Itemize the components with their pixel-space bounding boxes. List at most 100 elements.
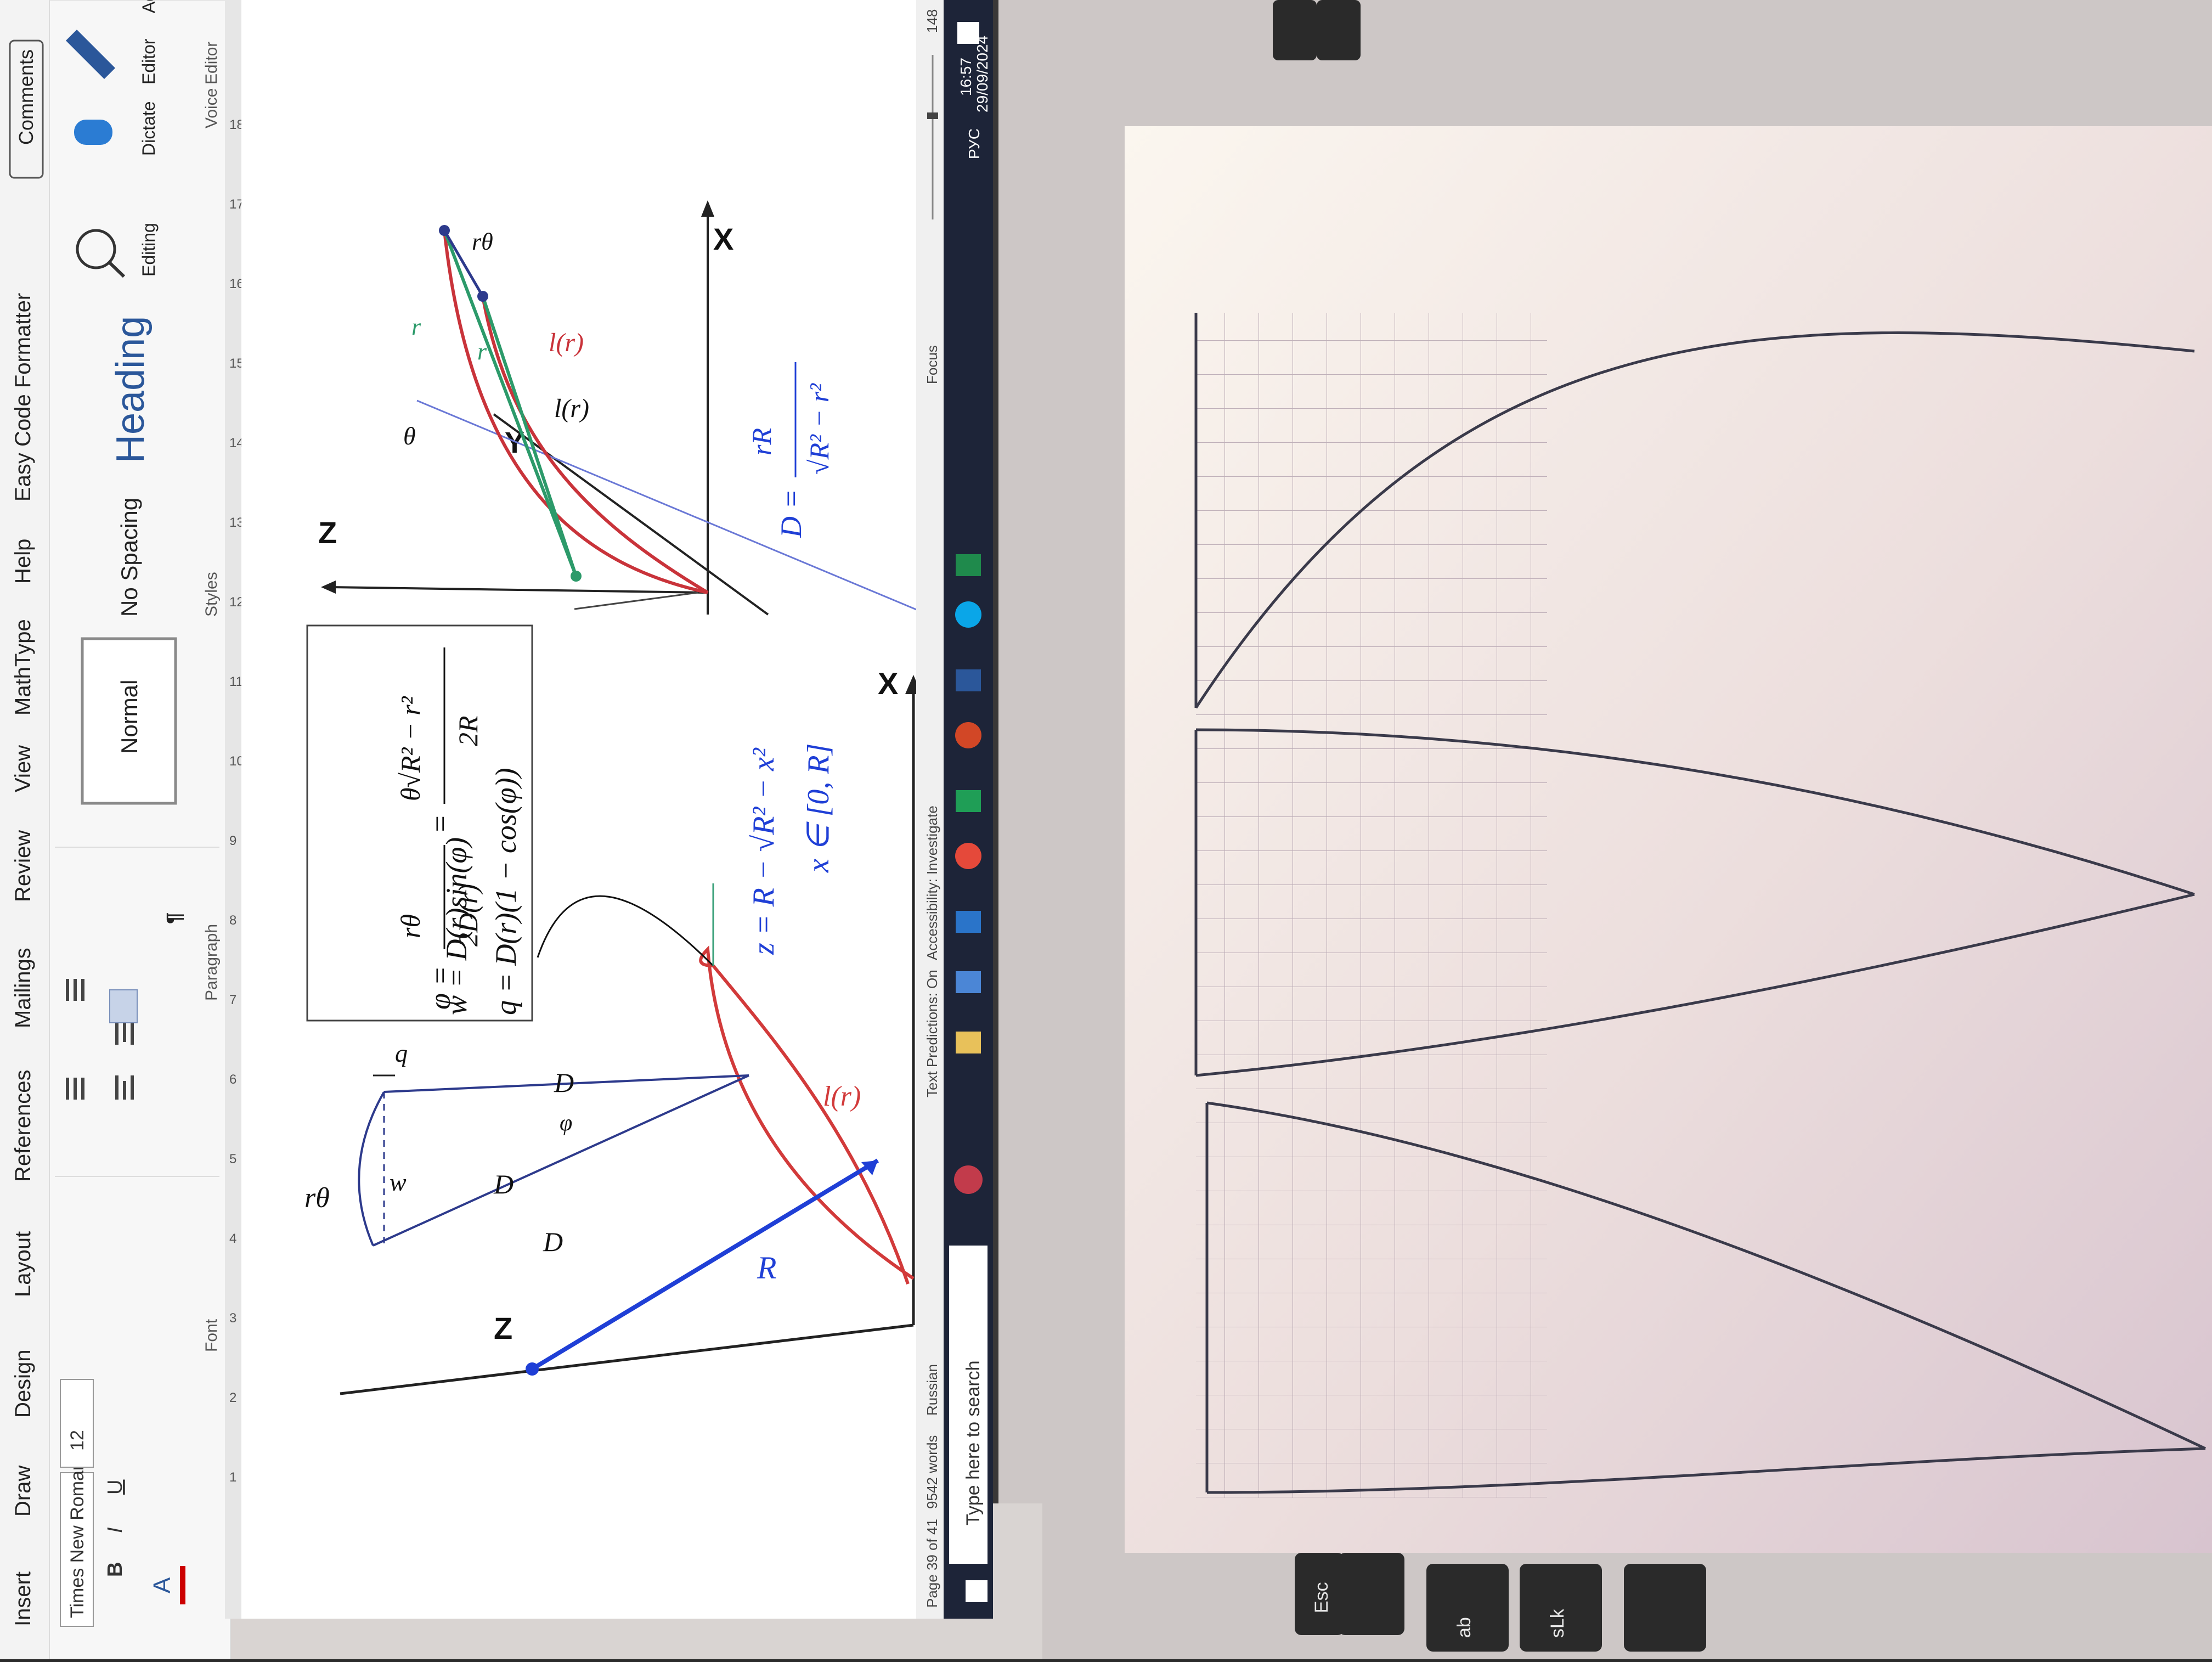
status-words[interactable]: 9542 words [924,1435,940,1509]
chrome-icon[interactable] [955,843,981,869]
svg-text:9: 9 [229,833,236,848]
fig2-label-lr2: l(r) [554,394,589,423]
taskbar-search-placeholder: Type here to search [963,1360,984,1525]
status-predictions[interactable]: Text Predictions: On [924,970,940,1097]
app-heart-icon[interactable] [954,1165,983,1194]
key-tab-label: ab [1454,1617,1475,1638]
powerpoint-icon[interactable] [955,722,981,748]
svg-text:2: 2 [229,1390,236,1405]
eq-x: x ∈ [0, R] [802,743,836,873]
svg-text:√R² − r²: √R² − r² [804,383,834,475]
voice-group-label: Voice [202,88,221,128]
bold-button[interactable]: B [104,1562,127,1577]
skype-icon[interactable] [955,601,981,628]
styles-group-label: Styles [202,572,221,617]
dictate-button[interactable]: Dictate [139,101,159,156]
addins-button[interactable]: Add- [139,0,159,13]
outlook-icon[interactable] [956,911,981,933]
fig2-label-lr1: l(r) [549,328,584,357]
eq-w: w = D(r)sin(φ) [440,837,473,1015]
paragraph-group-label: Paragraph [202,924,221,1001]
font-group-label: Font [202,1319,221,1352]
status-focus[interactable]: Focus [924,345,940,384]
key-top-1[interactable] [1273,0,1317,60]
paper-grid-3 [1196,1103,1547,1498]
italic-button[interactable]: I [104,1527,127,1533]
status-language[interactable]: Russian [924,1364,940,1416]
word-icon[interactable] [956,669,981,691]
comments-label: Comments [15,49,37,145]
tab-draw[interactable]: Draw [11,1466,35,1517]
status-page[interactable]: Page 39 of 41 [924,1519,940,1608]
font-name: Times New Roman [67,1460,88,1618]
editing-button[interactable]: Editing [139,223,159,277]
zoom-slider-thumb[interactable] [927,112,938,119]
file-explorer-icon[interactable] [956,1032,981,1053]
svg-text:D =: D = [775,489,808,538]
fig2-label-rtheta: rθ [472,228,493,255]
fig1-label-phi: φ [560,1111,572,1136]
fig1-axis-x-label: X [878,666,898,701]
svg-text:7: 7 [229,993,236,1007]
windows-start-icon[interactable] [966,1580,988,1602]
excel-icon[interactable] [956,554,981,576]
fig1-label-D-mid: D [493,1169,514,1199]
dictate-mic-icon[interactable] [74,120,112,145]
editor-button[interactable]: Editor [139,38,159,84]
fig1-label-q: q [395,1039,408,1067]
fig1-label-rtheta: rθ [304,1182,330,1214]
status-zoom[interactable]: 148 [924,9,940,33]
key-top-2[interactable] [1317,0,1361,60]
justify-button[interactable] [109,989,138,1023]
tab-help[interactable]: Help [11,539,35,584]
ruler [225,0,241,1619]
tab-easy-code-formatter[interactable]: Easy Code Formatter [11,293,35,502]
tray-date[interactable]: 29/09/2024 [974,36,991,112]
eq-phi-den2: 2R [453,715,483,746]
app-camera-icon[interactable] [956,971,981,993]
tab-references[interactable]: References [11,1069,35,1182]
key-tab[interactable] [1426,1564,1509,1652]
key-f1[interactable] [1339,1553,1404,1635]
fig1-label-R: R [757,1250,776,1286]
key-scroll-lock[interactable] [1520,1564,1602,1652]
font-size: 12 [67,1430,88,1451]
paper-grid-2 [1196,730,1547,1103]
tab-layout[interactable]: Layout [11,1231,35,1297]
font-color-swatch [180,1566,185,1604]
tab-view[interactable]: View [11,745,35,792]
style-no-spacing[interactable]: No Spacing [116,498,142,617]
fig1-vector-origin [526,1362,539,1376]
tab-design[interactable]: Design [11,1349,35,1418]
fig2-endpoint-2 [477,291,488,302]
fig2-label-theta: θ [403,422,416,450]
fig1-label-lr: l(r) [823,1081,861,1112]
svg-text:3: 3 [229,1311,236,1326]
style-heading[interactable]: Heading [109,316,153,463]
tab-review[interactable]: Review [11,830,35,902]
tab-insert[interactable]: Insert [11,1571,35,1626]
svg-text:6: 6 [229,1072,236,1087]
fig2-apex [571,571,582,582]
fig1-label-w: w [390,1168,407,1196]
fig2-label-r1: r [411,313,421,340]
status-accessibility[interactable]: Accessibility: Investigate [924,805,940,960]
svg-text:11: 11 [229,674,243,689]
style-normal-label: Normal [116,680,142,754]
photo-scene: Insert Draw Design Layout References Mai… [0,0,2212,1660]
tray-language[interactable]: РУС [966,128,983,159]
font-size-box[interactable] [60,1379,94,1468]
eq-z: z = R − √R² − x² [747,747,781,955]
fig2-label-r2: r [477,338,487,365]
pilcrow-icon[interactable]: ¶ [163,912,186,924]
tray-time[interactable]: 16:57 [957,58,974,96]
underline-button[interactable]: U [104,1480,127,1495]
key-caps[interactable] [1624,1564,1706,1652]
fig1-axis-z-label: Z [494,1311,512,1345]
fig1-label-D-right: D [554,1067,574,1098]
tab-mathtype[interactable]: MathType [11,619,35,715]
notification-icon[interactable] [957,22,979,44]
font-color-button[interactable]: A [149,1577,176,1593]
pycharm-icon[interactable] [956,790,981,812]
tab-mailings[interactable]: Mailings [11,948,35,1028]
